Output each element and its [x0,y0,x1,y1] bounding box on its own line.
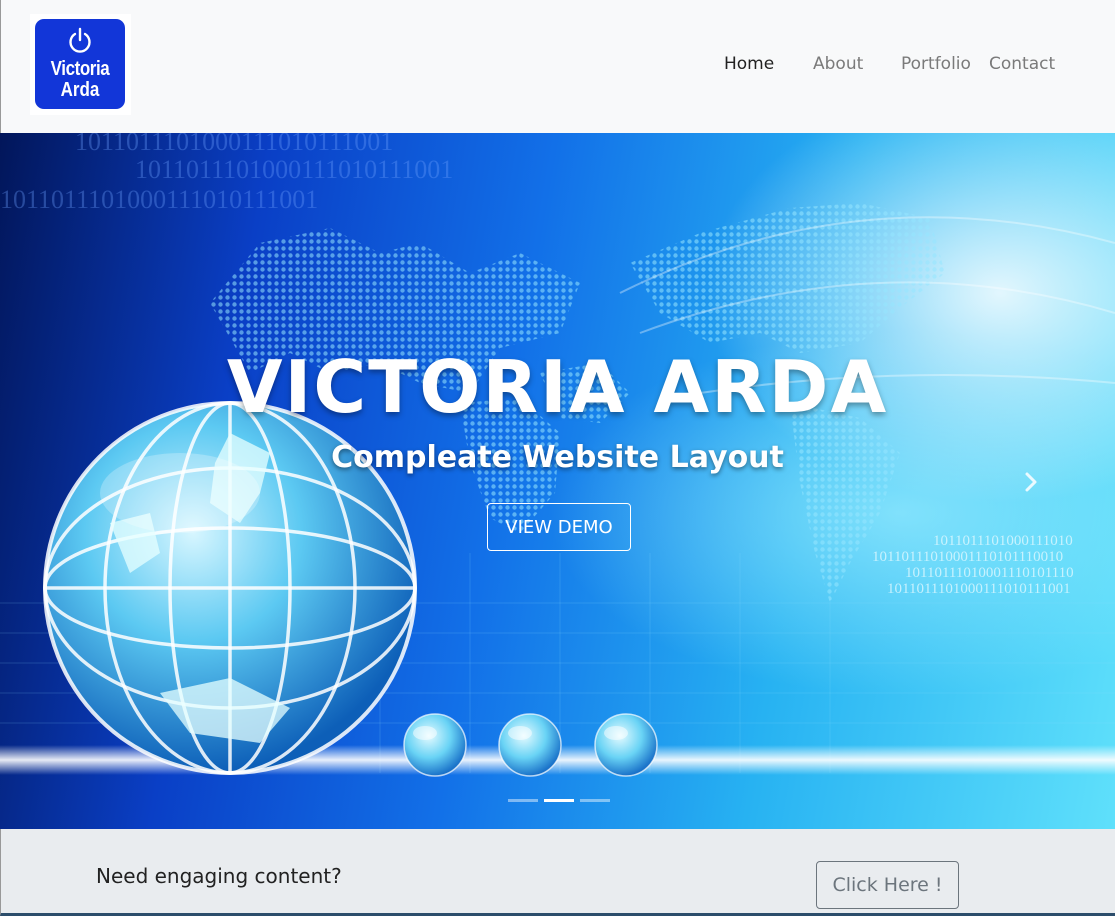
logo[interactable]: Victoria Arda [30,14,131,115]
navbar: Victoria Arda Home About Portfolio Conta… [0,0,1115,133]
carousel-indicator-2[interactable] [544,799,574,802]
hero-background-image: 1011011101000111010111001 10110111010001… [0,133,1115,777]
chevron-right-icon [1025,472,1037,492]
hero-subtitle: Compleate Website Layout [331,440,784,475]
svg-text:1011011101000111010111001: 1011011101000111010111001 [0,185,318,214]
svg-text:10110111010001110101110010: 10110111010001110101110010 [872,549,1063,565]
nav-about[interactable]: About [813,54,863,74]
hero-title: VICTORIA ARDA [226,345,889,429]
svg-text:1011011101000111010111001: 1011011101000111010111001 [135,155,453,184]
carousel-indicator-1[interactable] [508,799,538,802]
hero-carousel: 1011011101000111010111001 10110111010001… [0,133,1115,829]
click-here-button[interactable]: Click Here ! [816,861,959,909]
nav-home[interactable]: Home [724,54,774,74]
logo-text-line1: Victoria [50,58,110,80]
power-icon [69,27,91,53]
carousel-indicator-3[interactable] [580,799,610,802]
logo-text-line2: Arda [60,79,100,101]
small-globes [403,713,658,777]
nav-portfolio[interactable]: Portfolio [901,54,971,74]
logo-badge: Victoria Arda [35,19,125,109]
carousel-next-button[interactable] [1010,458,1052,506]
svg-text:1011011101000111010: 1011011101000111010 [933,533,1073,549]
view-demo-button[interactable]: VIEW DEMO [487,503,631,551]
svg-text:1011011101000111010111001: 1011011101000111010111001 [887,581,1071,597]
cta-text: Need engaging content? [96,864,342,888]
nav-contact[interactable]: Contact [989,54,1055,74]
svg-text:1011011101000111010111001: 1011011101000111010111001 [75,133,393,156]
svg-text:10110111010001110101110: 10110111010001110101110 [905,565,1074,581]
cta-section: Need engaging content? Click Here ! [0,829,1115,916]
